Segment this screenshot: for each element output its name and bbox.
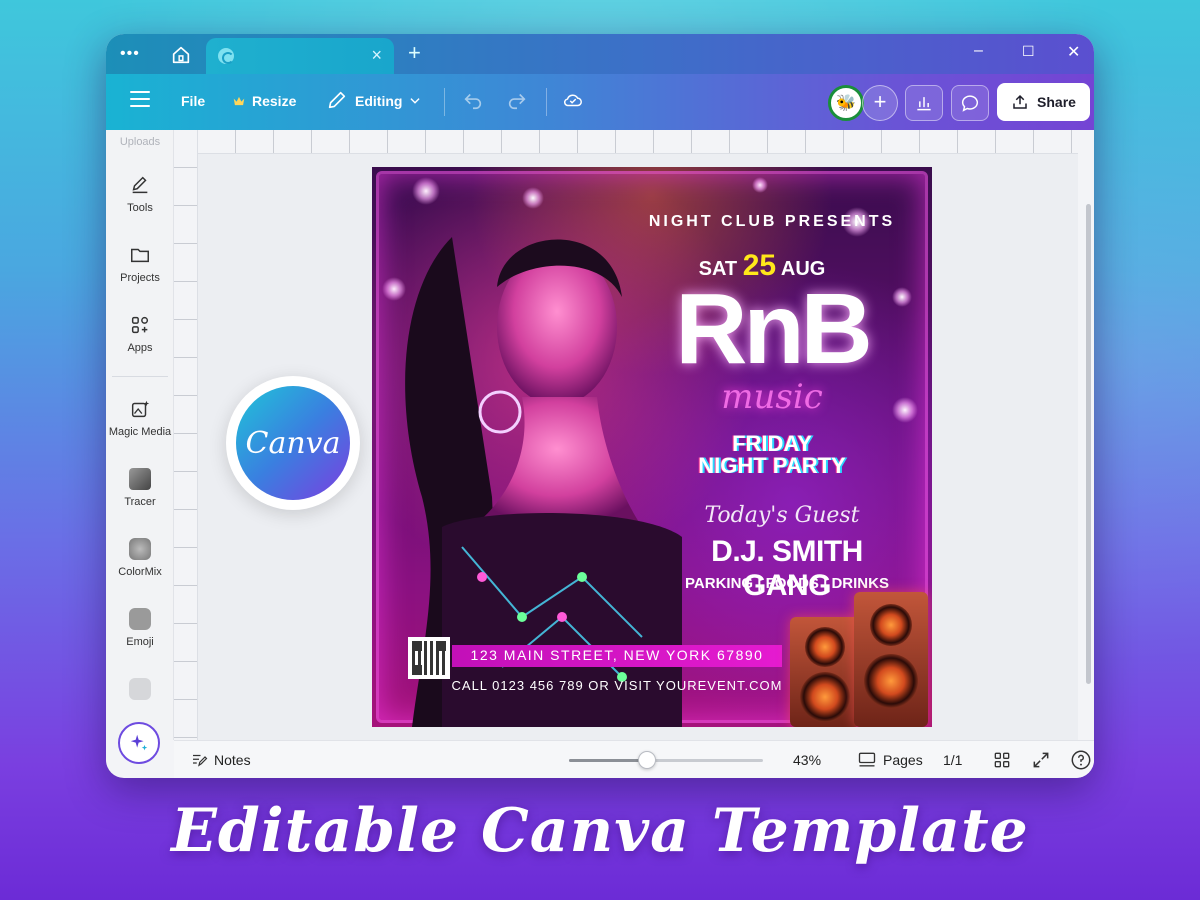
- horizontal-ruler: [198, 130, 1078, 154]
- page-count: 1/1: [943, 752, 963, 768]
- share-button[interactable]: Share: [997, 83, 1090, 121]
- maximize-icon[interactable]: ☐: [1022, 43, 1035, 60]
- sidebar-item-label: Magic Media: [108, 426, 172, 438]
- magic-media-icon: [131, 400, 150, 418]
- zoom-slider-fill: [569, 759, 647, 762]
- bar-chart-icon: [917, 97, 931, 111]
- magic-assistant-button[interactable]: [118, 722, 160, 764]
- insights-button[interactable]: [905, 85, 943, 121]
- canva-logo-badge: Canva: [226, 376, 360, 510]
- promo-caption: Editable Canva Template: [171, 796, 1029, 866]
- share-label: Share: [1037, 94, 1076, 110]
- editing-mode-button[interactable]: Editing: [355, 93, 402, 109]
- left-sidebar: Uploads Tools Projects Apps Magic Media …: [106, 130, 174, 740]
- hamburger-menu-icon[interactable]: [130, 91, 150, 107]
- sidebar-item-label: ColorMix: [118, 566, 162, 578]
- vertical-ruler: [174, 130, 198, 740]
- home-icon[interactable]: [170, 44, 192, 66]
- sidebar-item-label: Tools: [127, 202, 153, 214]
- tracer-app-icon: [129, 468, 151, 490]
- sidebar-item-tools[interactable]: Tools: [106, 174, 174, 214]
- apps-grid-icon: [131, 316, 149, 334]
- pages-button[interactable]: Pages: [857, 750, 923, 770]
- add-collaborator-button[interactable]: +: [862, 85, 898, 121]
- tab-close-icon[interactable]: ×: [371, 45, 382, 66]
- poster-event-name[interactable]: FRIDAY NIGHT PARTY: [672, 433, 872, 477]
- comments-button[interactable]: [951, 85, 989, 121]
- sidebar-item-projects[interactable]: Projects: [106, 244, 174, 284]
- fullscreen-icon[interactable]: [1031, 750, 1051, 770]
- design-page[interactable]: NIGHT CLUB PRESENTS SAT 25 AUG RnB music…: [372, 167, 932, 727]
- crown-icon: [233, 96, 245, 106]
- app-window: ••• × + – ☐ ✕ File Resize Editing 🐝 + Sh…: [106, 34, 1094, 778]
- canva-logo: Canva: [236, 386, 350, 500]
- sparkle-icon: [130, 734, 148, 751]
- sidebar-item-uploads-partial[interactable]: Uploads: [106, 136, 174, 148]
- poster-event-line1: FRIDAY: [732, 431, 812, 456]
- vertical-scrollbar[interactable]: [1086, 204, 1091, 684]
- comment-bubble-icon: [961, 95, 978, 112]
- user-avatar[interactable]: 🐝: [828, 85, 864, 121]
- window-close-icon[interactable]: ✕: [1067, 42, 1080, 62]
- folder-icon: [131, 248, 149, 263]
- zoom-level[interactable]: 43%: [793, 752, 821, 768]
- sidebar-item-emoji[interactable]: Emoji: [106, 608, 174, 648]
- resize-button[interactable]: Resize: [252, 93, 296, 109]
- minimize-icon[interactable]: –: [974, 42, 983, 60]
- sidebar-item-colormix[interactable]: ColorMix: [106, 538, 174, 578]
- poster-address[interactable]: 123 MAIN STREET, NEW YORK 67890: [467, 647, 767, 663]
- undo-icon[interactable]: [462, 89, 484, 111]
- app-thumbnail-icon: [129, 678, 151, 700]
- sidebar-item-magic-media[interactable]: Magic Media: [106, 398, 174, 438]
- qr-code[interactable]: [408, 637, 450, 679]
- sidebar-item-label: Apps: [127, 342, 153, 354]
- sidebar-divider: [112, 376, 168, 377]
- upload-share-icon: [1013, 94, 1027, 109]
- poster-guest-script[interactable]: Today's Guest: [682, 503, 882, 528]
- sidebar-item-apps[interactable]: Apps: [106, 314, 174, 354]
- notes-icon: [193, 754, 208, 767]
- pages-label: Pages: [883, 752, 923, 768]
- poster-perks[interactable]: PARKING | FOODS | DRINKS: [682, 575, 892, 592]
- file-menu-button[interactable]: File: [181, 93, 205, 109]
- bottom-status-bar: Notes 43% Pages 1/1: [174, 740, 1094, 778]
- poster-contact[interactable]: CALL 0123 456 789 OR VISIT YOUREVENT.COM: [447, 678, 787, 693]
- notes-label: Notes: [214, 752, 251, 768]
- sidebar-item-tracer[interactable]: Tracer: [106, 468, 174, 508]
- help-icon[interactable]: [1070, 749, 1092, 771]
- edit-pencil-icon: [328, 91, 346, 109]
- sidebar-item-label: Projects: [120, 272, 160, 284]
- poster-title[interactable]: RnB: [642, 279, 902, 379]
- redo-icon[interactable]: [506, 89, 528, 111]
- zoom-slider[interactable]: [569, 751, 763, 769]
- more-options-icon[interactable]: •••: [120, 45, 140, 63]
- emoji-app-icon: [129, 608, 151, 630]
- poster-event-line2: NIGHT PARTY: [698, 453, 846, 478]
- poster-presents-text[interactable]: NIGHT CLUB PRESENTS: [642, 213, 902, 231]
- browser-tab-bar: ••• × + – ☐ ✕: [106, 34, 1094, 74]
- sidebar-item-more-apps[interactable]: [106, 678, 174, 706]
- cloud-saved-icon[interactable]: [562, 89, 584, 111]
- new-tab-icon[interactable]: +: [408, 40, 421, 66]
- editor-toolbar: File Resize Editing 🐝 + Share: [106, 74, 1094, 130]
- pencil-icon: [132, 176, 148, 194]
- pages-icon: [858, 752, 876, 767]
- canva-favicon-icon: [218, 48, 234, 64]
- poster-subtitle[interactable]: music: [672, 377, 872, 417]
- active-tab[interactable]: ×: [206, 38, 394, 74]
- colormix-app-icon: [129, 538, 151, 560]
- sidebar-item-label: Tracer: [124, 496, 156, 508]
- sidebar-item-label: Emoji: [126, 636, 154, 648]
- chevron-down-icon[interactable]: [408, 94, 422, 108]
- bee-avatar-icon: 🐝: [836, 95, 856, 112]
- speaker-left: [790, 617, 860, 727]
- zoom-slider-thumb[interactable]: [637, 751, 656, 769]
- grid-view-icon[interactable]: [992, 750, 1012, 770]
- notes-button[interactable]: Notes: [190, 751, 251, 769]
- speaker-right: [854, 592, 928, 727]
